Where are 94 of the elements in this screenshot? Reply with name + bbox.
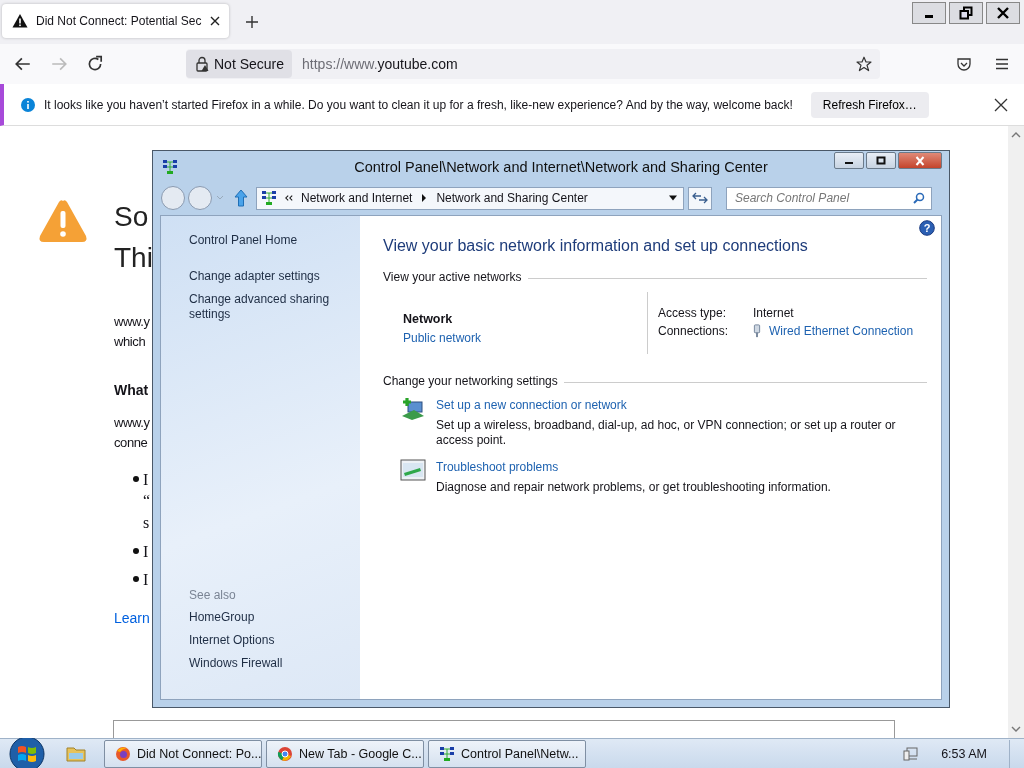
- up-arrow-icon[interactable]: [234, 189, 248, 207]
- task-link[interactable]: Troubleshoot problems: [436, 460, 831, 474]
- troubleshoot-icon: [400, 458, 426, 482]
- minimize-button[interactable]: [912, 2, 946, 24]
- breadcrumb-item[interactable]: Network and Sharing Center: [436, 191, 588, 205]
- close-icon: [914, 155, 926, 166]
- see-also-link[interactable]: HomeGroup: [189, 610, 350, 625]
- page-heading: View your basic network information and set up connections: [383, 237, 809, 255]
- close-button[interactable]: [986, 2, 1020, 24]
- info-icon: [20, 96, 36, 113]
- taskbar-item[interactable]: Control Panel\Netw...: [428, 739, 586, 768]
- access-type-label: Access type:: [658, 306, 728, 320]
- page-title: Thi: [114, 241, 153, 275]
- page-text: www.y: [114, 313, 150, 331]
- bullet-icon: [133, 576, 139, 582]
- menu-icon[interactable]: [994, 56, 1010, 72]
- lock-icon: [194, 56, 210, 72]
- bullet-icon: [133, 476, 139, 482]
- task-description: Diagnose and repair network problems, or get troubleshooting information.: [436, 480, 831, 495]
- close-icon: [996, 6, 1010, 20]
- minimize-icon: [845, 162, 853, 164]
- close-icon[interactable]: [994, 97, 1008, 112]
- warning-icon: [38, 198, 88, 244]
- refresh-icon: [692, 191, 708, 205]
- connections-label: Connections:: [658, 324, 730, 338]
- not-secure-button[interactable]: Not Secure: [186, 50, 293, 78]
- network-icon: [261, 190, 277, 206]
- back-arrow-icon[interactable]: [14, 55, 32, 73]
- firefox-icon: [115, 745, 131, 762]
- network-icon: [439, 745, 455, 762]
- minimize-button[interactable]: [834, 152, 864, 169]
- taskbar-item[interactable]: Did Not Connect: Po...: [104, 739, 262, 768]
- page-text: conne: [114, 434, 149, 452]
- url-text[interactable]: https://www.youtube.com: [302, 56, 458, 72]
- notification-message: It looks like you haven’t started Firefox in a while. Do you want to clean it up for a fresh, like-new experience? And by the way, welcome back!: [44, 97, 793, 112]
- page-title: So: [114, 200, 149, 234]
- ethernet-plug-icon: [753, 324, 761, 338]
- clock[interactable]: 6:53 AM: [941, 746, 987, 761]
- sidebar-link[interactable]: Change advanced sharing settings: [189, 292, 350, 322]
- search-icon[interactable]: [913, 191, 925, 204]
- section-label: Change your networking settings: [383, 374, 558, 388]
- breadcrumb-arrow-icon[interactable]: [420, 194, 429, 202]
- page-subheading: What: [114, 382, 149, 398]
- start-button-icon[interactable]: [9, 735, 45, 768]
- bullet-text: “: [143, 491, 151, 511]
- learn-more-link[interactable]: Learn: [114, 610, 150, 626]
- access-type-value: Internet: [753, 306, 794, 320]
- see-also-label: See also: [189, 588, 237, 602]
- warning-icon: [12, 13, 28, 29]
- sidebar-link[interactable]: Change adapter settings: [189, 269, 350, 284]
- section-label: View your active networks: [383, 270, 522, 284]
- chevron-icon[interactable]: [285, 194, 293, 202]
- window-title: Control Panel\Network and Internet\Network and Sharing Center: [353, 159, 769, 175]
- network-name: Network: [403, 312, 454, 326]
- reload-icon[interactable]: [86, 55, 104, 73]
- address-bar[interactable]: Network and Internet Network and Sharing Center: [256, 186, 684, 210]
- connection-link[interactable]: Wired Ethernet Connection: [769, 324, 914, 338]
- breadcrumb-item[interactable]: Network and Internet: [301, 191, 413, 205]
- minimize-icon: [925, 14, 933, 18]
- refresh-button[interactable]: [688, 186, 712, 210]
- network-type-link[interactable]: Public network: [403, 331, 647, 345]
- bullet-text: I: [143, 570, 149, 590]
- scroll-down-icon[interactable]: [1011, 726, 1021, 732]
- taskbar-item[interactable]: New Tab - Google C...: [266, 739, 424, 768]
- browser-tab[interactable]: Did Not Connect: Potential Sec: [2, 4, 230, 38]
- see-also-link[interactable]: Internet Options: [189, 633, 350, 648]
- close-icon[interactable]: [209, 15, 222, 27]
- task-description: Set up a wireless, broadband, dial-up, ad hoc, or VPN connection; or set up a router or access point.: [436, 418, 897, 448]
- dropdown-arrow-icon[interactable]: [669, 194, 677, 202]
- help-icon[interactable]: ?: [919, 220, 935, 236]
- page-text: www.y: [114, 414, 150, 432]
- page-text: which: [114, 333, 147, 351]
- bullet-icon: [133, 548, 139, 554]
- see-also-link[interactable]: Windows Firewall: [189, 656, 350, 671]
- task-link[interactable]: Set up a new connection or network: [436, 398, 927, 412]
- network-icon: [162, 159, 178, 175]
- new-tab-icon[interactable]: [245, 15, 260, 29]
- bullet-text: I: [143, 542, 149, 562]
- bookmark-star-icon[interactable]: [856, 56, 872, 72]
- pocket-icon[interactable]: [956, 56, 972, 72]
- sidebar-link[interactable]: Control Panel Home: [189, 233, 350, 248]
- refresh-firefox-button[interactable]: Refresh Firefox…: [810, 91, 929, 118]
- bullet-text: s: [143, 513, 151, 533]
- scroll-up-icon[interactable]: [1011, 132, 1021, 138]
- maximize-icon: [875, 155, 887, 166]
- network-status-icon[interactable]: [903, 745, 920, 762]
- maximize-button[interactable]: [866, 152, 896, 169]
- restore-button[interactable]: [949, 2, 983, 24]
- network-setup-icon: [400, 396, 426, 420]
- bullet-text: I: [143, 470, 150, 490]
- restore-icon: [959, 6, 973, 20]
- scrollbar[interactable]: [1008, 126, 1024, 738]
- search-field[interactable]: Search Control Panel: [726, 186, 932, 210]
- chrome-icon: [277, 745, 293, 762]
